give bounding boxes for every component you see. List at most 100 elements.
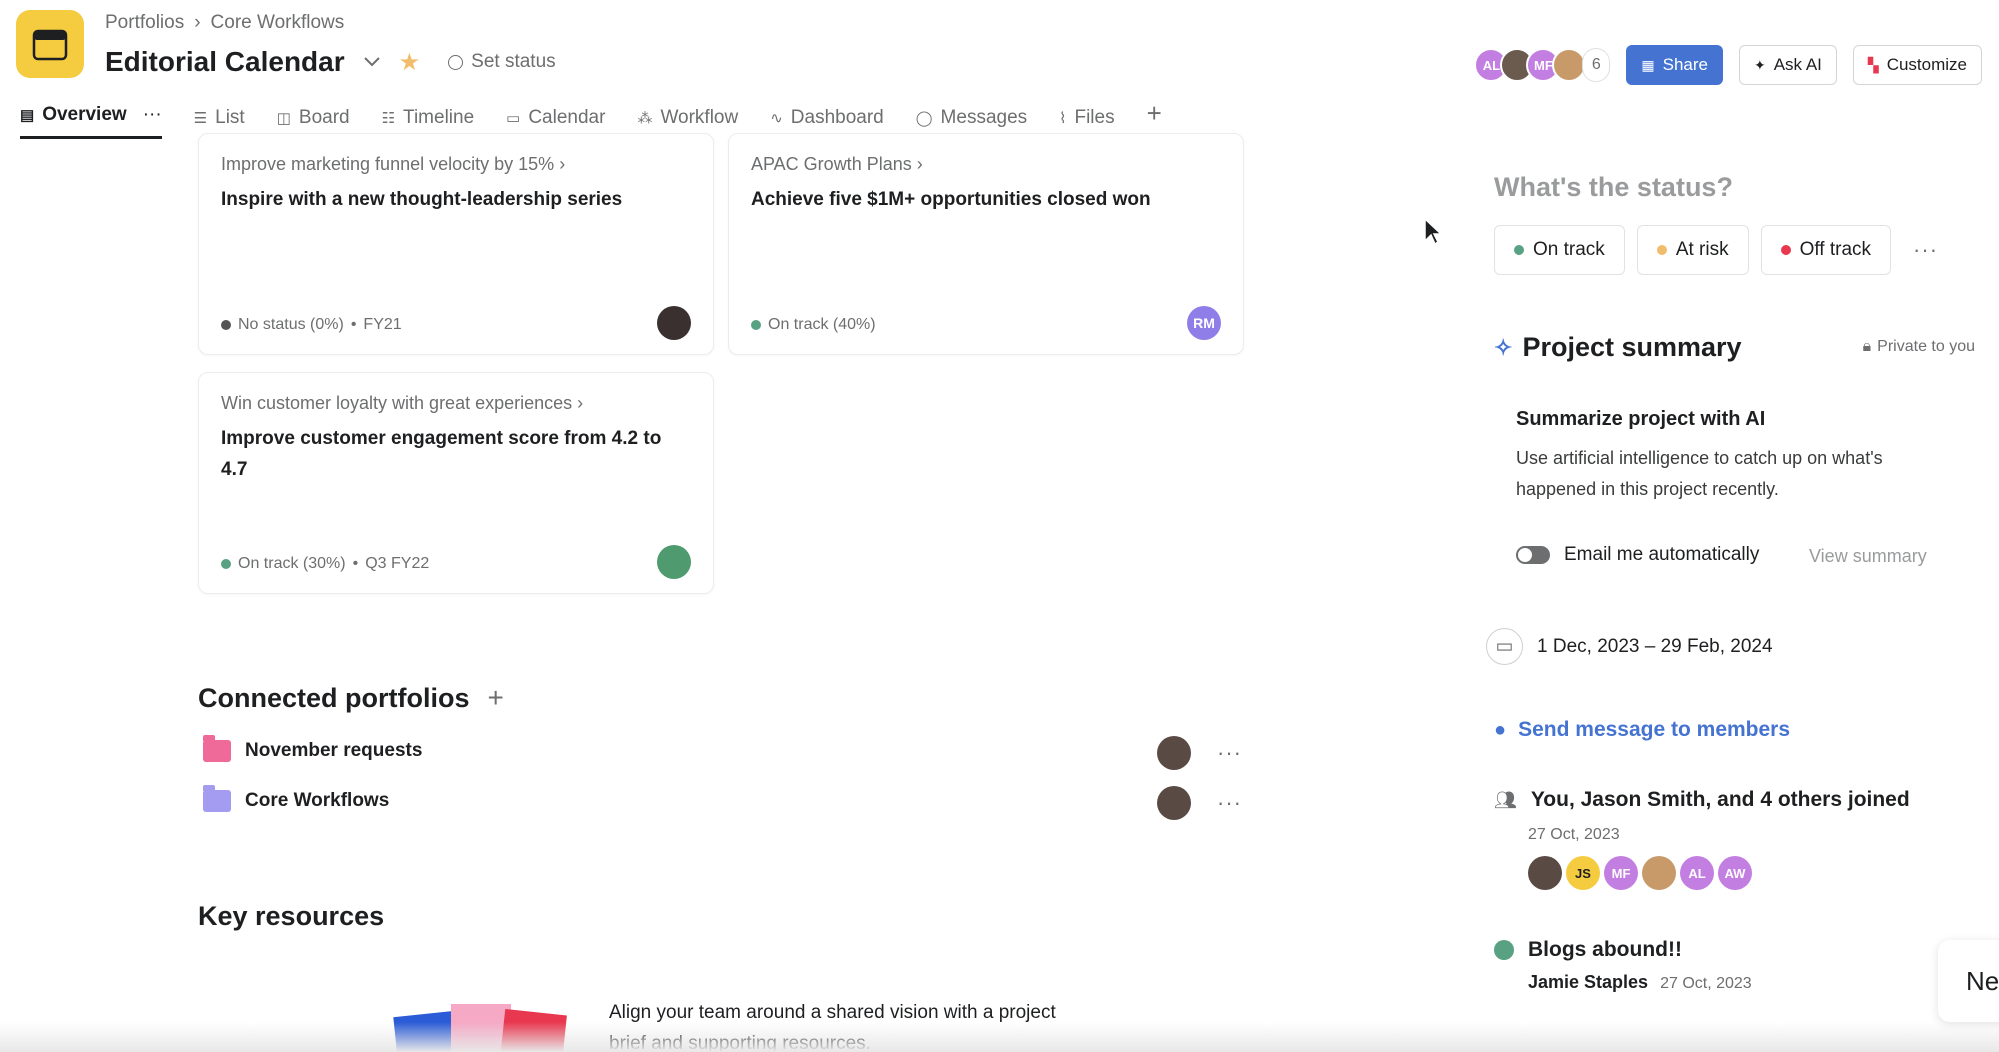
ask-ai-button[interactable]: ✦ Ask AI xyxy=(1738,45,1837,85)
set-status-button[interactable]: Set status xyxy=(448,51,556,73)
goal-card[interactable]: Win customer loyalty with great experien… xyxy=(198,372,714,594)
avatar[interactable]: JS xyxy=(1566,856,1600,890)
meta-separator: • xyxy=(350,316,357,333)
ai-summary-description: Use artificial intelligence to catch up … xyxy=(1516,448,1883,499)
tab-label: Messages xyxy=(940,107,1028,128)
update-title: Blogs abound!! xyxy=(1528,938,1682,961)
avatar xyxy=(1157,786,1191,820)
chevron-right-icon: › xyxy=(916,154,923,174)
joined-date: 27 Oct, 2023 xyxy=(1528,826,1620,843)
status-dot xyxy=(751,320,761,330)
floating-pill[interactable]: Ne xyxy=(1938,940,1999,1022)
chevron-right-icon: › xyxy=(577,393,584,413)
status-options: On track At risk Off track ··· xyxy=(1494,225,1938,275)
project-icon[interactable] xyxy=(16,10,84,78)
breadcrumb-portfolios[interactable]: Portfolios xyxy=(105,12,184,34)
portfolio-name: November requests xyxy=(245,740,423,761)
share-label: Share xyxy=(1662,55,1708,74)
summary-title-text: Project summary xyxy=(1522,332,1742,362)
goal-period: FY21 xyxy=(363,316,402,333)
more-icon[interactable]: ··· xyxy=(1217,740,1242,766)
send-message-link[interactable]: ● Send message to members xyxy=(1494,718,1790,742)
breadcrumb-separator: › xyxy=(194,12,201,33)
email-toggle-label: Email me automatically xyxy=(1564,544,1760,565)
lock-icon: 🔒︎ xyxy=(1862,338,1872,355)
customize-button[interactable]: ▚ Customize xyxy=(1852,45,1982,85)
tab-label: Board xyxy=(298,107,350,128)
goal-parent-label: APAC Growth Plans xyxy=(751,154,912,174)
avatar[interactable] xyxy=(1528,856,1562,890)
folder-icon xyxy=(203,735,231,762)
more-icon[interactable]: ··· xyxy=(1913,237,1938,263)
share-icon: ▦ xyxy=(1641,56,1655,73)
activity-status-update[interactable]: Blogs abound!! Jamie Staples 27 Oct, 2023 xyxy=(1494,938,1752,993)
board-icon: ◫ xyxy=(276,110,291,127)
portfolio-row[interactable]: Core Workflows xyxy=(203,785,389,812)
email-toggle-row: Email me automatically xyxy=(1516,544,1759,566)
key-resources-title: Key resources xyxy=(198,901,385,931)
chevron-down-icon[interactable] xyxy=(363,56,381,68)
app-window: { "header": { "breadcrumb": ["Portfolios… xyxy=(0,0,1999,1052)
status-dot xyxy=(1780,245,1791,255)
message-icon: ● xyxy=(1494,718,1507,741)
goal-status-text: On track (30%) xyxy=(238,555,346,572)
share-button[interactable]: ▦ Share xyxy=(1626,45,1723,85)
project-dates[interactable]: ▭ 1 Dec, 2023 – 29 Feb, 2024 xyxy=(1486,628,1773,665)
tab-label: Timeline xyxy=(403,107,475,128)
goal-parent[interactable]: Improve marketing funnel velocity by 15%… xyxy=(221,154,565,175)
chevron-right-icon: › xyxy=(559,154,566,174)
star-icon[interactable]: ★ xyxy=(399,48,421,77)
portfolio-row-actions: ··· xyxy=(1157,786,1242,820)
page-title[interactable]: Editorial Calendar xyxy=(105,46,345,78)
member-avatars[interactable]: AL MF 6 xyxy=(1474,48,1611,82)
timeline-icon: ☷ xyxy=(381,110,396,127)
status-label: On track xyxy=(1533,239,1605,260)
view-summary-link[interactable]: View summary xyxy=(1809,546,1927,567)
customize-icon: ▚ xyxy=(1867,56,1879,73)
status-circle-icon xyxy=(448,54,464,70)
off-track-button[interactable]: Off track xyxy=(1760,225,1892,275)
calendar-icon: ▭ xyxy=(1486,628,1523,665)
dashboard-icon: ∿ xyxy=(770,110,783,127)
avatar[interactable]: RM xyxy=(1187,306,1221,340)
joined-avatars: JS MF AL AW xyxy=(1528,856,1910,890)
list-icon: ☰ xyxy=(193,110,208,127)
tab-label: Calendar xyxy=(528,107,606,128)
tab-label: Files xyxy=(1074,107,1115,128)
avatar[interactable] xyxy=(1642,856,1676,890)
avatar xyxy=(1157,736,1191,770)
portfolio-row[interactable]: November requests xyxy=(203,735,423,762)
goal-card[interactable]: Improve marketing funnel velocity by 15%… xyxy=(198,133,714,355)
update-author: Jamie Staples xyxy=(1528,972,1649,992)
tab-overview[interactable]: ▤ Overview ··· xyxy=(20,104,162,139)
more-icon[interactable]: ··· xyxy=(1217,790,1242,816)
breadcrumb-core-workflows[interactable]: Core Workflows xyxy=(211,12,345,34)
paperclip-icon: ⌇ xyxy=(1059,110,1067,127)
goal-parent[interactable]: APAC Growth Plans › xyxy=(751,154,923,175)
goal-status: No status (0%) • FY21 xyxy=(221,316,402,334)
update-date: 27 Oct, 2023 xyxy=(1660,975,1752,992)
header-actions: AL MF 6 ▦ Share ✦ Ask AI ▚ Customize xyxy=(1474,45,1982,85)
avatar[interactable]: MF xyxy=(1604,856,1638,890)
title-row: Editorial Calendar ★ Set status xyxy=(105,46,556,78)
goal-period: Q3 FY22 xyxy=(365,555,430,572)
avatar[interactable] xyxy=(657,306,691,340)
avatar[interactable] xyxy=(657,545,691,579)
customize-label: Customize xyxy=(1886,55,1967,74)
at-risk-button[interactable]: At risk xyxy=(1636,225,1749,275)
more-icon[interactable]: ··· xyxy=(143,104,162,126)
goal-card[interactable]: APAC Growth Plans › Achieve five $1M+ op… xyxy=(728,133,1244,355)
email-toggle[interactable] xyxy=(1516,546,1550,564)
status-label: Off track xyxy=(1799,239,1872,260)
status-dot xyxy=(221,320,231,330)
status-dot xyxy=(221,559,231,569)
goal-title: Achieve five $1M+ opportunities closed w… xyxy=(751,189,1151,210)
portfolio-row-actions: ··· xyxy=(1157,736,1242,770)
on-track-button[interactable]: On track xyxy=(1494,225,1625,275)
avatar[interactable]: AW xyxy=(1718,856,1752,890)
avatar[interactable]: AL xyxy=(1680,856,1714,890)
tab-label: Overview xyxy=(42,104,127,125)
set-status-label: Set status xyxy=(471,51,556,72)
add-portfolio-button[interactable]: + xyxy=(488,682,504,714)
goal-parent[interactable]: Win customer loyalty with great experien… xyxy=(221,393,583,414)
